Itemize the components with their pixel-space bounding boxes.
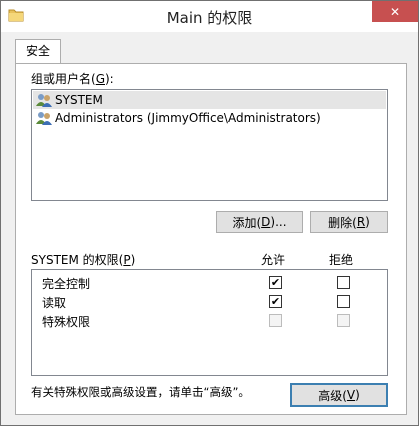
add-button[interactable]: 添加(D)...: [216, 211, 303, 233]
user-group-icon: [36, 94, 52, 107]
groups-listbox[interactable]: SYSTEM Administrators (JimmyOffice\Admin…: [31, 89, 388, 201]
groups-label-text: 组或用户名(: [31, 72, 96, 86]
remove-button-suffix: ): [365, 215, 370, 229]
advanced-button-suffix: ): [355, 388, 360, 402]
remove-button[interactable]: 删除(R): [310, 211, 388, 233]
permission-name: 完全控制: [42, 277, 91, 291]
window-title: Main 的权限: [166, 9, 253, 27]
deny-checkbox[interactable]: [337, 295, 350, 308]
deny-checkbox: [337, 314, 350, 327]
security-tab-panel: 组或用户名(G): SYSTEM Administrators (JimmyOf…: [15, 63, 407, 415]
permissions-label: SYSTEM 的权限(P): [31, 251, 135, 268]
list-item-system[interactable]: SYSTEM: [33, 91, 386, 109]
close-icon: ✕: [389, 4, 401, 19]
permission-name: 读取: [42, 296, 67, 310]
permissions-list: 完全控制 ✔ 读取 ✔ 特殊权限: [31, 269, 388, 376]
groups-label-suffix: ):: [105, 72, 114, 86]
add-button-accesskey: D: [261, 215, 271, 229]
permission-row-read: 读取 ✔: [33, 292, 388, 311]
permissions-label-accesskey: P: [123, 253, 131, 267]
list-item-label: SYSTEM: [55, 93, 103, 107]
permissions-dialog: Main 的权限 ✕ 安全 组或用户名(G): SYSTEM Administr…: [0, 0, 419, 426]
advanced-button-accesskey: V: [346, 388, 356, 402]
permission-name: 特殊权限: [42, 315, 91, 329]
permission-row-special: 特殊权限: [33, 311, 388, 330]
permissions-label-text: SYSTEM 的权限(: [31, 253, 124, 267]
tab-strip: 安全: [1, 32, 418, 65]
deny-checkbox[interactable]: [337, 276, 350, 289]
allow-column-header: 允许: [261, 253, 286, 267]
deny-column-header: 拒绝: [329, 253, 354, 267]
user-group-icon: [36, 112, 52, 125]
allow-checkbox[interactable]: ✔: [269, 276, 282, 289]
add-button-suffix: )...: [270, 215, 287, 229]
advanced-button[interactable]: 高级(V): [290, 383, 388, 407]
list-item-label: Administrators (JimmyOffice\Administrato…: [55, 111, 321, 125]
permission-row-full-control: 完全控制 ✔: [33, 273, 388, 292]
title-bar[interactable]: Main 的权限 ✕: [1, 1, 418, 32]
tab-security[interactable]: 安全: [15, 39, 62, 65]
allow-checkbox: [269, 314, 282, 327]
remove-button-text: 删除(: [328, 215, 357, 230]
remove-button-accesskey: R: [356, 215, 366, 229]
permissions-label-suffix: ): [130, 253, 136, 267]
close-button[interactable]: ✕: [372, 1, 418, 22]
add-button-text: 添加(: [232, 215, 262, 230]
groups-label: 组或用户名(G):: [31, 70, 114, 87]
advanced-button-text: 高级(: [318, 388, 347, 403]
list-item-administrators[interactable]: Administrators (JimmyOffice\Administrato…: [33, 109, 386, 127]
groups-label-accesskey: G: [95, 72, 105, 86]
allow-checkbox[interactable]: ✔: [269, 295, 282, 308]
footer-note: 有关特殊权限或高级设置，请单击“高级”。: [31, 385, 250, 399]
